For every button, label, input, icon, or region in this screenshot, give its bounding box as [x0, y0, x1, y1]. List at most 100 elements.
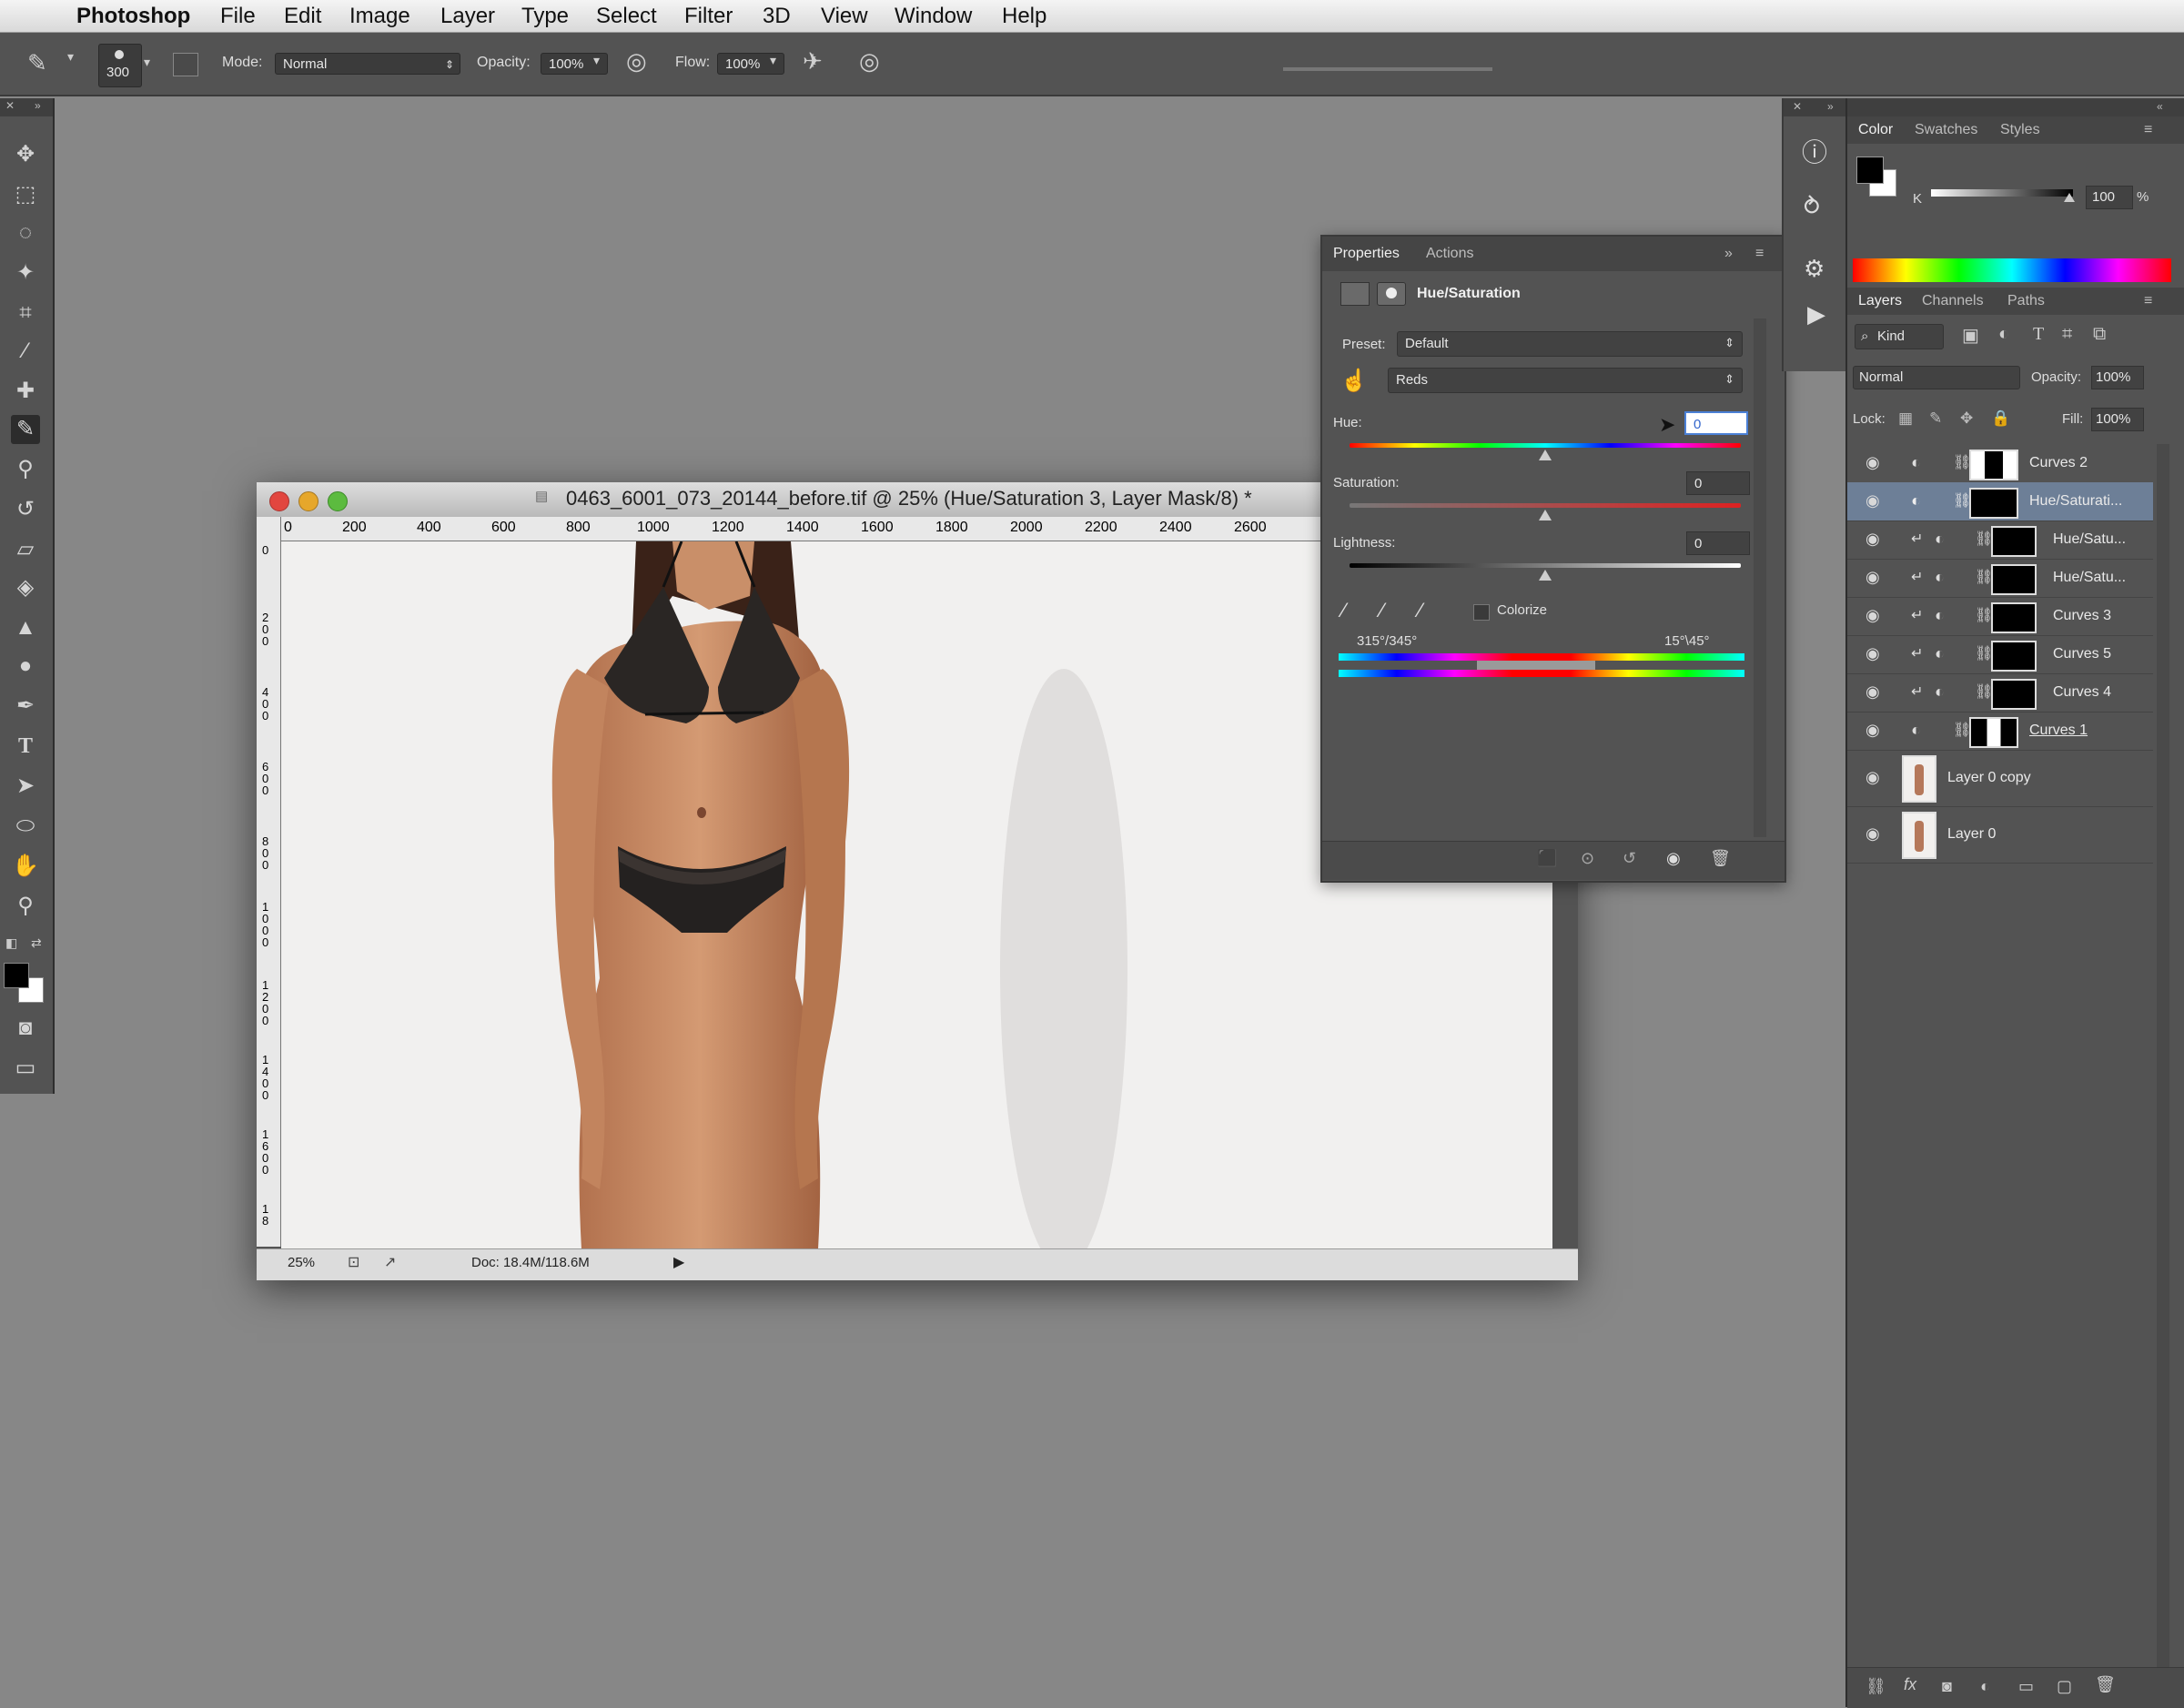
blend-mode-select[interactable]: Normal — [1853, 366, 2020, 389]
layer-row[interactable]: ◉ ◐ ⛓ Curves 2 — [1847, 444, 2153, 483]
visibility-eye-icon[interactable]: ◉ — [1866, 824, 1880, 844]
menu-filter[interactable]: Filter — [684, 4, 733, 29]
tab-properties[interactable]: Properties — [1333, 246, 1400, 262]
new-group-icon[interactable]: ▭ — [2018, 1677, 2034, 1696]
tab-styles[interactable]: Styles — [2000, 122, 2040, 138]
close-icon[interactable]: ✕ — [1793, 100, 1802, 113]
trash-icon[interactable]: 🗑 — [1710, 849, 1731, 868]
panel-menu-icon[interactable]: ≡ — [2144, 122, 2152, 138]
dodge-tool-icon[interactable]: ● — [11, 652, 40, 681]
tab-channels[interactable]: Channels — [1922, 293, 1984, 309]
visibility-eye-icon[interactable]: ◉ — [1866, 453, 1880, 472]
hand-tool-icon[interactable]: ✋ — [11, 852, 40, 881]
visibility-eye-icon[interactable]: ◉ — [1666, 849, 1681, 868]
menu-select[interactable]: Select — [596, 4, 657, 29]
chevron-down-icon[interactable]: ▾ — [144, 55, 150, 70]
brush-tool-icon[interactable]: ✎ — [11, 415, 40, 444]
lasso-tool-icon[interactable]: ◌ — [11, 218, 40, 248]
collapse-icon[interactable]: « — [2157, 100, 2163, 113]
chevron-down-icon[interactable]: ▾ — [770, 53, 776, 68]
chevron-down-icon[interactable]: ▾ — [67, 49, 74, 65]
close-icon[interactable]: ✕ — [5, 99, 15, 112]
lightness-slider-thumb[interactable] — [1539, 570, 1552, 581]
status-menu-icon[interactable]: ▶ — [673, 1253, 684, 1271]
eyedropper-minus-icon[interactable]: ⁄ — [1419, 599, 1422, 622]
eyedropper-icon[interactable]: ⁄ — [1342, 599, 1346, 622]
quick-mask-icon[interactable]: ◙ — [11, 1014, 40, 1043]
filter-smart-object-icon[interactable]: ⧉ — [2093, 324, 2106, 345]
crop-tool-icon[interactable]: ⌗ — [11, 298, 40, 328]
layer-row[interactable]: ◉ Layer 0 — [1847, 806, 2153, 864]
pen-tool-icon[interactable]: ✒ — [11, 692, 40, 721]
k-slider-thumb[interactable] — [2064, 193, 2075, 202]
pressure-opacity-icon[interactable]: ◎ — [626, 47, 647, 76]
view-previous-icon[interactable]: ⊙ — [1581, 849, 1594, 868]
lock-transparent-icon[interactable]: ▦ — [1898, 409, 1913, 428]
close-window-button[interactable] — [269, 491, 289, 511]
add-mask-icon[interactable]: ◙ — [1942, 1677, 1952, 1696]
menu-window[interactable]: Window — [895, 4, 972, 29]
target-adjustment-hand-icon[interactable]: ☝ — [1340, 368, 1368, 394]
reset-icon[interactable]: ↺ — [1623, 849, 1636, 868]
filter-adjustment-icon[interactable]: ◐ — [1998, 324, 2009, 345]
history-brush-tool-icon[interactable]: ↺ — [11, 495, 40, 524]
visibility-eye-icon[interactable]: ◉ — [1866, 491, 1880, 510]
airbrush-icon[interactable]: ✈ — [803, 47, 823, 76]
tab-swatches[interactable]: Swatches — [1915, 122, 1977, 138]
k-value-field[interactable]: 100 — [2086, 186, 2133, 209]
foreground-color-swatch[interactable] — [1856, 157, 1884, 184]
menu-view[interactable]: View — [821, 4, 868, 29]
layer-row[interactable]: ◉ ↵ ◐ ⛓ Curves 5 — [1847, 635, 2153, 674]
collapse-icon[interactable]: » — [35, 99, 41, 112]
tab-color[interactable]: Color — [1858, 122, 1893, 138]
layer-row-selected[interactable]: ◉ ◐ ⛓ Hue/Saturati... — [1847, 482, 2153, 521]
layer-filter-kind-select[interactable]: ⌕ Kind — [1855, 324, 1944, 349]
menu-image[interactable]: Image — [349, 4, 410, 29]
mode-select[interactable]: Normal ⇕ — [275, 53, 460, 75]
properties-scrollbar[interactable] — [1754, 318, 1766, 837]
new-adjustment-layer-icon[interactable]: ◐ — [1980, 1677, 1990, 1696]
quick-select-tool-icon[interactable]: ✦ — [11, 258, 40, 288]
menu-help[interactable]: Help — [1002, 4, 1046, 29]
colorize-checkbox[interactable] — [1473, 604, 1490, 621]
menu-photoshop[interactable]: Photoshop — [76, 4, 190, 29]
menu-edit[interactable]: Edit — [284, 4, 321, 29]
collapse-icon[interactable]: » — [1724, 246, 1733, 262]
link-layers-icon[interactable]: ⛓ — [1866, 1677, 1886, 1696]
lock-pixels-icon[interactable]: ✎ — [1929, 409, 1942, 428]
layer-row[interactable]: ◉ ↵ ◐ ⛓ Curves 3 — [1847, 597, 2153, 636]
layer-row[interactable]: ◉ ↵ ◐ ⛓ Curves 4 — [1847, 673, 2153, 713]
menu-layer[interactable]: Layer — [440, 4, 495, 29]
minimize-window-button[interactable] — [298, 491, 318, 511]
color-spectrum-ramp[interactable] — [1853, 258, 2171, 282]
adjustments-icon[interactable]: ⚙ — [1804, 255, 1825, 283]
paint-bucket-tool-icon[interactable]: ◈ — [11, 573, 40, 602]
mask-icon[interactable] — [1377, 282, 1406, 306]
zoom-level[interactable]: 25% — [288, 1255, 315, 1270]
filter-shape-icon[interactable]: ⌗ — [2062, 324, 2072, 345]
brush-tool-icon[interactable]: ✎ — [27, 49, 47, 77]
brush-preset-picker[interactable]: 300 — [98, 44, 142, 87]
eyedropper-plus-icon[interactable]: ⁄ — [1380, 599, 1384, 622]
saturation-slider[interactable] — [1350, 503, 1741, 508]
marquee-tool-icon[interactable]: ⬚ — [11, 180, 40, 209]
layer-style-fx-icon[interactable]: fx — [1904, 1675, 1916, 1694]
screen-mode-icon[interactable]: ▭ — [11, 1054, 40, 1083]
lock-all-icon[interactable]: 🔒 — [1991, 409, 2010, 428]
fill-field[interactable]: 100% — [2091, 408, 2144, 431]
filter-type-icon[interactable]: T — [2033, 324, 2044, 345]
panel-menu-icon[interactable]: ≡ — [1755, 246, 1764, 262]
color-range-selector[interactable] — [1477, 661, 1595, 670]
zoom-tool-icon[interactable]: ⚲ — [11, 892, 40, 921]
visibility-eye-icon[interactable]: ◉ — [1866, 568, 1880, 587]
blur-tool-icon[interactable]: ▲ — [11, 613, 40, 642]
menu-type[interactable]: Type — [521, 4, 569, 29]
preview-icon[interactable]: ⊡ — [348, 1253, 359, 1271]
eraser-tool-icon[interactable]: ▱ — [11, 535, 40, 564]
clip-to-layer-icon[interactable]: ⬛ — [1537, 849, 1557, 868]
foreground-color-swatch[interactable] — [4, 963, 29, 988]
adjustment-icon[interactable] — [1340, 282, 1370, 306]
share-icon[interactable]: ↗ — [384, 1253, 396, 1271]
layer-row[interactable]: ◉ ↵ ◐ ⛓ Hue/Satu... — [1847, 520, 2153, 560]
hue-input[interactable]: 0 — [1684, 411, 1748, 435]
